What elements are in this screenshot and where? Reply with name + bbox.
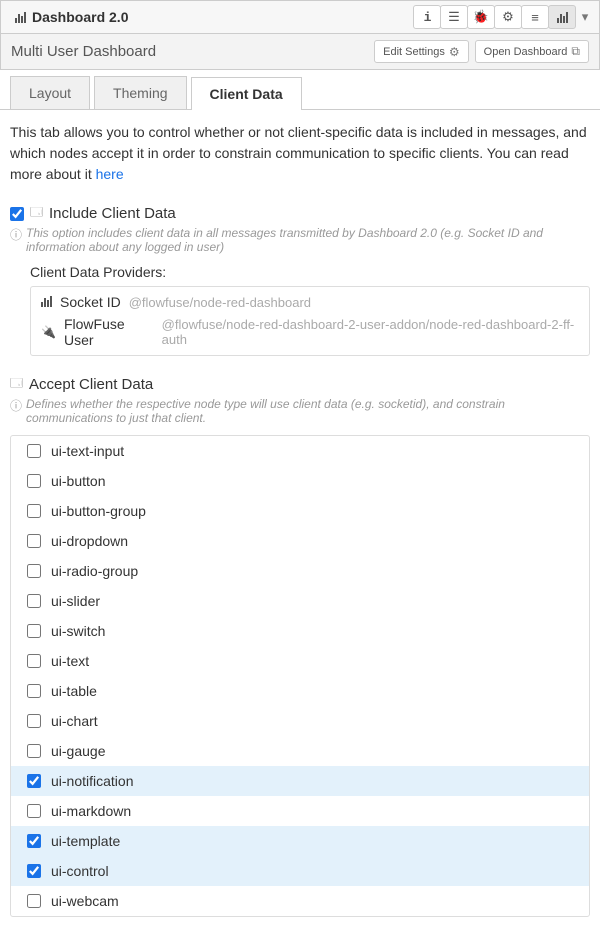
node-row-ui-button[interactable]: ui-button — [11, 466, 589, 496]
tab-theming[interactable]: Theming — [94, 76, 186, 109]
book-button[interactable]: ☰ — [440, 5, 468, 29]
tab-client-data[interactable]: Client Data — [191, 77, 302, 110]
include-label: Include Client Data — [49, 205, 176, 222]
node-label: ui-text-input — [51, 443, 124, 459]
node-row-ui-template[interactable]: ui-template — [11, 826, 589, 856]
external-link-icon: ⧉ — [571, 44, 580, 59]
node-label: ui-chart — [51, 713, 98, 729]
node-checkbox[interactable] — [27, 864, 41, 878]
node-row-ui-table[interactable]: ui-table — [11, 676, 589, 706]
node-row-ui-dropdown[interactable]: ui-dropdown — [11, 526, 589, 556]
node-row-ui-radio-group[interactable]: ui-radio-group — [11, 556, 589, 586]
node-row-ui-text-input[interactable]: ui-text-input — [11, 436, 589, 466]
provider-name: Socket ID — [60, 294, 121, 310]
layers-button[interactable]: ≡ — [521, 5, 549, 29]
node-label: ui-switch — [51, 623, 105, 639]
node-row-ui-chart[interactable]: ui-chart — [11, 706, 589, 736]
provider-name: FlowFuse User — [64, 316, 154, 348]
node-checkbox[interactable] — [27, 504, 41, 518]
sub-buttons: Edit Settings ⚙ Open Dashboard ⧉ — [374, 40, 589, 63]
node-label: ui-dropdown — [51, 533, 128, 549]
node-checkbox[interactable] — [27, 594, 41, 608]
include-client-data-checkbox[interactable] — [10, 207, 24, 221]
node-checkbox[interactable] — [27, 624, 41, 638]
info-button[interactable]: i — [413, 5, 441, 29]
providers-box: Socket ID @flowfuse/node-red-dashboard 🔌 Fl… — [30, 286, 590, 356]
tab-content: This tab allows you to control whether o… — [0, 110, 600, 929]
id-card-icon: 🗔 — [10, 374, 23, 395]
header-title-wrap: Dashboard 2.0 — [5, 9, 128, 25]
provider-path: @flowfuse/node-red-dashboard — [129, 295, 311, 310]
gear-icon: ⚙ — [449, 45, 460, 59]
node-row-ui-slider[interactable]: ui-slider — [11, 586, 589, 616]
chart-icon — [15, 11, 26, 23]
provider-row: 🔌 FlowFuse User @flowfuse/node-red-dashboa… — [41, 313, 579, 351]
node-checkbox[interactable] — [27, 834, 41, 848]
node-checkbox[interactable] — [27, 474, 41, 488]
id-card-icon: 🗔 — [30, 203, 43, 224]
plug-icon: 🔌 — [41, 325, 56, 339]
node-row-ui-markdown[interactable]: ui-markdown — [11, 796, 589, 826]
node-row-ui-button-group[interactable]: ui-button-group — [11, 496, 589, 526]
provider-path: @flowfuse/node-red-dashboard-2-user-addo… — [162, 317, 579, 347]
node-label: ui-button-group — [51, 503, 146, 519]
node-checkbox[interactable] — [27, 804, 41, 818]
info-icon: ⓘ — [10, 397, 22, 414]
node-label: ui-gauge — [51, 743, 106, 759]
edit-settings-button[interactable]: Edit Settings ⚙ — [374, 40, 469, 63]
node-label: ui-notification — [51, 773, 134, 789]
node-checkbox[interactable] — [27, 684, 41, 698]
header-toolbar: i ☰ 🐞 ⚙ ≡ ▾ — [414, 5, 595, 29]
node-row-ui-notification[interactable]: ui-notification — [11, 766, 589, 796]
node-checkbox[interactable] — [27, 564, 41, 578]
node-row-ui-text[interactable]: ui-text — [11, 646, 589, 676]
accept-label: Accept Client Data — [29, 376, 153, 393]
node-checkbox[interactable] — [27, 654, 41, 668]
node-checkbox[interactable] — [27, 894, 41, 908]
main-header: Dashboard 2.0 i ☰ 🐞 ⚙ ≡ ▾ — [0, 0, 600, 34]
read-more-link[interactable]: here — [96, 166, 124, 182]
node-checkbox[interactable] — [27, 744, 41, 758]
tab-layout[interactable]: Layout — [10, 76, 90, 109]
accept-section-header: 🗔 Accept Client Data — [10, 374, 590, 395]
node-label: ui-table — [51, 683, 97, 699]
providers-label: Client Data Providers: — [30, 264, 590, 280]
node-row-ui-webcam[interactable]: ui-webcam — [11, 886, 589, 916]
node-label: ui-webcam — [51, 893, 119, 909]
provider-row: Socket ID @flowfuse/node-red-dashboard — [41, 291, 579, 313]
node-label: ui-template — [51, 833, 120, 849]
open-dashboard-button[interactable]: Open Dashboard ⧉ — [475, 40, 589, 63]
more-caret[interactable]: ▾ — [575, 5, 595, 29]
chart-icon — [41, 295, 52, 310]
node-checkbox[interactable] — [27, 534, 41, 548]
node-label: ui-button — [51, 473, 105, 489]
tab-description: This tab allows you to control whether o… — [10, 122, 590, 185]
dashboard-name: Multi User Dashboard — [11, 43, 156, 60]
node-label: ui-slider — [51, 593, 100, 609]
node-checkbox[interactable] — [27, 444, 41, 458]
node-label: ui-text — [51, 653, 89, 669]
chart-button[interactable] — [548, 5, 576, 29]
accept-help: ⓘ Defines whether the respective node ty… — [10, 397, 590, 425]
debug-button[interactable]: 🐞 — [467, 5, 495, 29]
tabs: LayoutThemingClient Data — [0, 70, 600, 110]
node-row-ui-gauge[interactable]: ui-gauge — [11, 736, 589, 766]
node-checkbox[interactable] — [27, 774, 41, 788]
include-help: ⓘ This option includes client data in al… — [10, 226, 590, 254]
sub-header: Multi User Dashboard Edit Settings ⚙ Ope… — [0, 34, 600, 70]
info-icon: ⓘ — [10, 226, 22, 243]
gear-button[interactable]: ⚙ — [494, 5, 522, 29]
node-label: ui-markdown — [51, 803, 131, 819]
include-section-header: 🗔 Include Client Data — [10, 203, 590, 224]
node-label: ui-radio-group — [51, 563, 138, 579]
node-checkbox[interactable] — [27, 714, 41, 728]
node-label: ui-control — [51, 863, 109, 879]
app-title: Dashboard 2.0 — [32, 9, 128, 25]
node-row-ui-control[interactable]: ui-control — [11, 856, 589, 886]
node-row-ui-switch[interactable]: ui-switch — [11, 616, 589, 646]
node-types-list: ui-text-input ui-button ui-button-group ui-… — [10, 435, 590, 917]
